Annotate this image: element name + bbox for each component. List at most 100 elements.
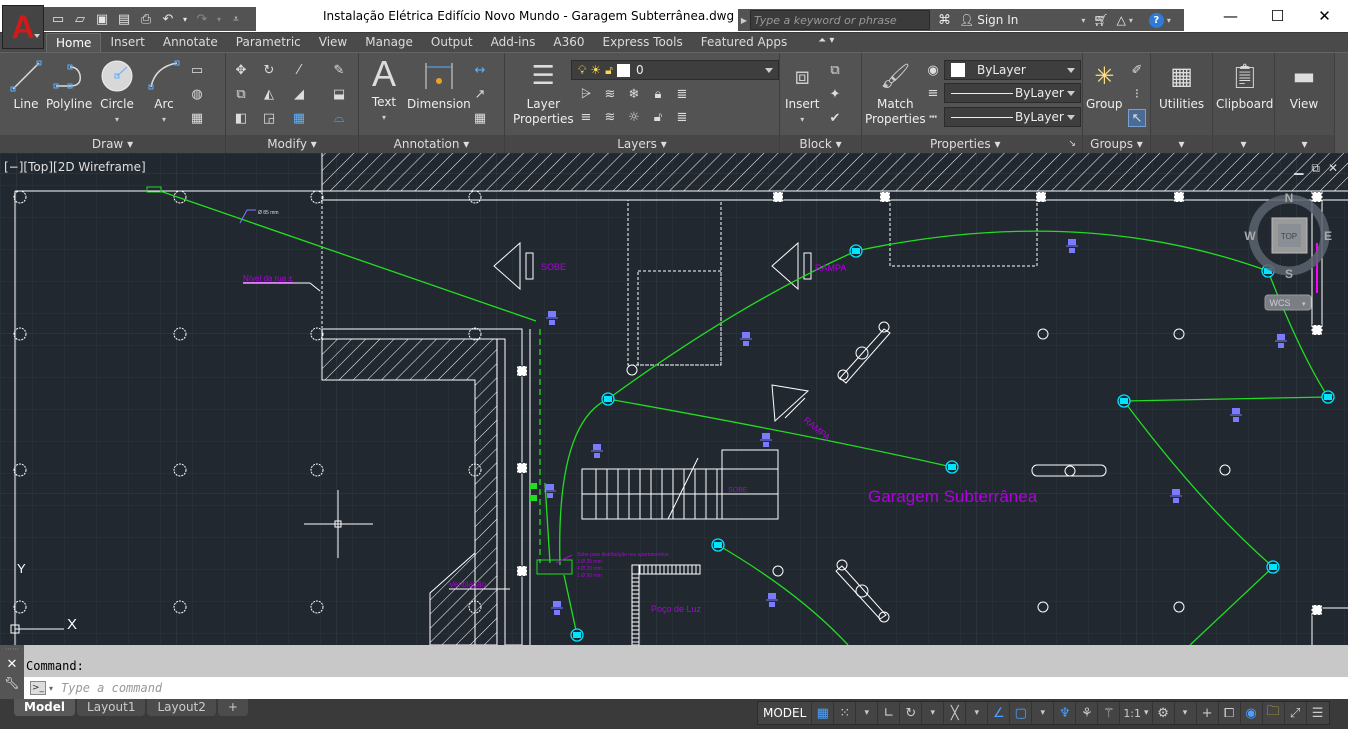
layer-thaw-icon[interactable]: ☼ (625, 108, 643, 126)
table-icon[interactable]: ▦ (471, 109, 489, 127)
viewport-controls-label[interactable]: [−][Top][2D Wireframe] (4, 160, 146, 174)
polyline-button[interactable]: Polyline (46, 59, 92, 112)
linetype-dropdown[interactable]: ByLayer (944, 107, 1081, 127)
text-button[interactable]: A Text ▾ (367, 53, 401, 125)
offset-icon[interactable]: ⌓ (330, 109, 348, 127)
note-line[interactable]: 1 Ø 50 mm (577, 573, 602, 579)
annotation-panel-title[interactable]: Annotation ▾ (359, 135, 504, 154)
color-dropdown[interactable]: ByLayer (944, 60, 1081, 80)
ungroup-icon[interactable]: ✐ (1128, 61, 1146, 79)
tab-add-ins[interactable]: Add-ins (482, 33, 545, 53)
annotation-visibility-icon[interactable]: ♆ (1054, 702, 1077, 724)
view-panel[interactable]: ▬ View ▾ (1275, 53, 1335, 154)
group-selection-icon[interactable]: ↖ (1128, 109, 1146, 127)
hatch-icon[interactable]: ▦ (188, 109, 206, 127)
edit-block-icon[interactable]: ✦ (826, 85, 844, 103)
chevron-down-icon[interactable]: ▾ (856, 702, 879, 724)
label-light-well[interactable]: Poço de Luz (651, 604, 702, 614)
layer-unlock-icon[interactable]: 🔓︎ (649, 108, 667, 126)
save-as-icon[interactable]: ▤ (116, 12, 132, 27)
dialog-launcher-icon[interactable]: ↘ (1068, 135, 1076, 154)
isometric-icon[interactable]: ╳ (944, 702, 967, 724)
new-icon[interactable]: ▭ (50, 12, 66, 27)
create-block-icon[interactable]: ⧉ (826, 61, 844, 79)
layer-properties-button[interactable]: ☰ Layer Properties (513, 59, 574, 127)
note-line[interactable]: Sobe para distribuição nos apartamentos: (577, 552, 670, 558)
line-button[interactable]: Line (9, 59, 43, 112)
chevron-down-icon[interactable]: ▾ (1213, 135, 1274, 154)
lineweight-icon[interactable]: ≡ (924, 84, 942, 102)
drawing-canvas[interactable]: Garagem Subterrânea SOBE RAMPA RAMPA SOB… (0, 153, 1348, 645)
object-snap-icon[interactable]: ▢ (1010, 702, 1033, 724)
utilities-button[interactable]: ▦ Utilities (1159, 59, 1204, 112)
chevron-down-icon[interactable]: ▾ (1151, 135, 1212, 154)
undo-icon[interactable]: ↶ (160, 12, 176, 27)
label-sobe[interactable]: SOBE (728, 487, 748, 494)
workspace-gear-icon[interactable]: ⚙ (1153, 702, 1175, 724)
label-street-level[interactable]: Nível da rua ± (243, 274, 293, 283)
tab-layout2[interactable]: Layout2 (147, 699, 216, 716)
tab-a360[interactable]: A360 (544, 33, 593, 53)
trim-icon[interactable]: ⁄ (290, 61, 308, 79)
dropdown-icon[interactable]: ▾ (182, 12, 188, 26)
chevron-down-icon[interactable]: ▾ (1275, 135, 1334, 154)
customize-wrench-icon[interactable]: 🔧︎ (0, 676, 24, 690)
dimension-button[interactable]: Dimension (407, 59, 471, 112)
save-icon[interactable]: ▣ (94, 12, 110, 27)
polar-tracking-icon[interactable]: ↻ (900, 702, 923, 724)
groups-panel-title[interactable]: Groups ▾ (1083, 135, 1150, 154)
plot-icon[interactable]: ⎙ (138, 12, 154, 27)
explode-icon[interactable]: ⬓ (330, 85, 348, 103)
circle-button[interactable]: Circle ▾ (100, 59, 134, 127)
cart-icon[interactable]: 🛒︎ (1093, 13, 1108, 27)
close-icon[interactable]: ✕ (0, 657, 24, 672)
sign-in-button[interactable]: 👤︎ Sign In ▾ (959, 13, 1085, 27)
snap-icon[interactable]: ⁙ (834, 702, 857, 724)
drawing-viewport[interactable]: [−][Top][2D Wireframe] ▁ ⧉ ✕ Garagem Sub… (0, 153, 1348, 645)
compass-w[interactable]: W (1244, 229, 1256, 243)
annotation-monitor-icon[interactable]: + (1197, 702, 1219, 724)
label-rampa[interactable]: RAMPA (815, 263, 846, 273)
maximize-button[interactable]: ☐ (1254, 0, 1301, 32)
erase-icon[interactable]: ✎ (330, 61, 348, 79)
tab-featured-apps[interactable]: Featured Apps (692, 33, 796, 53)
tab-view[interactable]: View (310, 33, 356, 53)
layer-unisolate-icon[interactable]: ≋ (601, 108, 619, 126)
chevron-down-icon[interactable]: ▾ (1032, 702, 1055, 724)
tab-annotate[interactable]: Annotate (154, 33, 227, 53)
insert-button[interactable]: ⧈ Insert ▾ (785, 59, 819, 127)
hardware-acceleration-icon[interactable]: ◉ (1241, 702, 1263, 724)
color-wheel-icon[interactable]: ◉ (924, 61, 942, 79)
minimize-button[interactable]: — (1207, 0, 1254, 32)
viewport-restore-icon[interactable]: ⧉ (1311, 161, 1320, 176)
tab-manage[interactable]: Manage (356, 33, 422, 53)
annotation-scale-icon[interactable]: ⚚ (1098, 702, 1121, 724)
tab-layout1[interactable]: Layout1 (77, 699, 146, 716)
chevron-down-icon[interactable]: ▾ (1175, 702, 1197, 724)
viewport-close-icon[interactable]: ✕ (1328, 161, 1338, 176)
tab-model[interactable]: Model (14, 699, 76, 716)
hatch-ellipse-icon[interactable]: ◍ (188, 85, 206, 103)
fillet-icon[interactable]: ◢ (290, 85, 308, 103)
ortho-icon[interactable]: ∟ (878, 702, 901, 724)
command-prompt-icon[interactable]: >_ (30, 681, 46, 695)
redo-icon[interactable]: ↷ (194, 12, 210, 27)
match-properties-button[interactable]: 🖌︎ Match Properties (865, 59, 926, 127)
tab-insert[interactable]: Insert (101, 33, 153, 53)
expand-icon[interactable]: ▶ (738, 16, 750, 25)
viewport-minimize-icon[interactable]: ▁ (1294, 161, 1303, 176)
copy-icon[interactable]: ⧉ (232, 85, 250, 103)
arc-button[interactable]: Arc ▾ (147, 59, 181, 127)
command-line-handle[interactable]: ⋯⋯ ✕ 🔧︎ (0, 645, 24, 699)
scale-icon[interactable]: ◲ (260, 109, 278, 127)
linetype-icon[interactable]: ┅ (924, 108, 942, 126)
tab-home[interactable]: Home (46, 33, 102, 53)
group-button[interactable]: ✳ Group (1086, 59, 1123, 112)
lineweight-dropdown[interactable]: ByLayer (944, 83, 1081, 103)
linear-dimension-icon[interactable]: ↔ (471, 61, 489, 79)
tab-parametric[interactable]: Parametric (227, 33, 310, 53)
drawing-title[interactable]: Garagem Subterrânea (868, 487, 1038, 506)
open-icon[interactable]: ▱ (72, 12, 88, 27)
array-icon[interactable]: ▦ (290, 109, 308, 127)
layer-match-icon[interactable]: ≣ (673, 108, 691, 126)
